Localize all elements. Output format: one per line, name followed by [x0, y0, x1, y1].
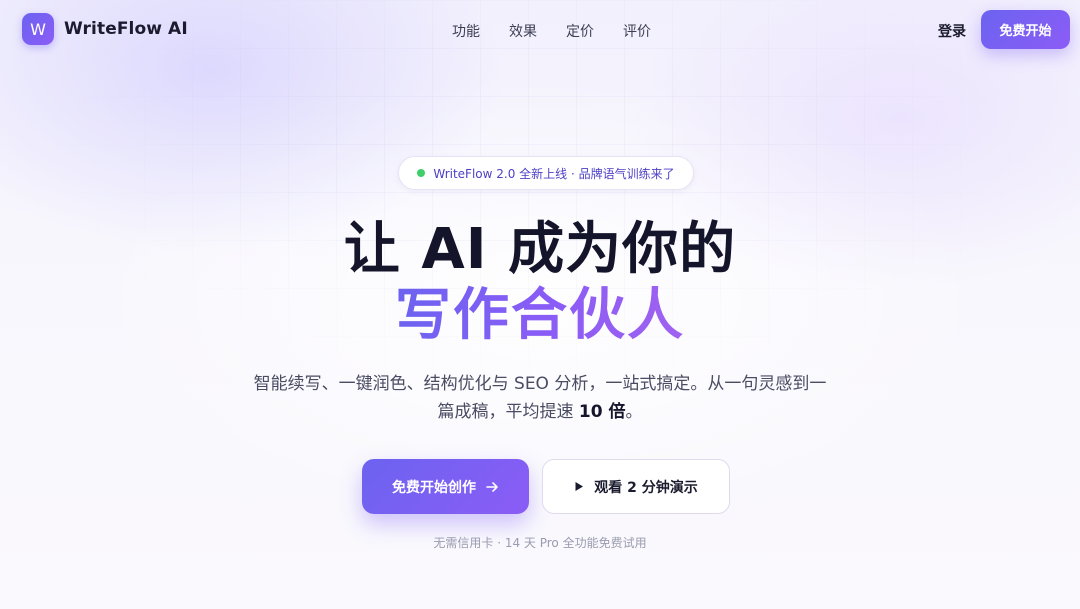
brand[interactable]: W WriteFlow AI — [22, 13, 188, 45]
play-icon — [574, 481, 584, 492]
nav-link-results[interactable]: 效果 — [509, 21, 537, 41]
start-creating-button[interactable]: 免费开始创作 — [362, 459, 529, 514]
nav-link-pricing[interactable]: 定价 — [566, 21, 594, 41]
subtitle-highlight: 10 倍 — [578, 402, 626, 422]
hero-title-highlight: 写作合伙人 — [395, 283, 685, 348]
trial-note: 无需信用卡 · 14 天 Pro 全功能免费试用 — [433, 536, 647, 550]
nav-link-features[interactable]: 功能 — [452, 21, 480, 41]
arrow-right-icon — [486, 481, 499, 493]
watch-demo-button[interactable]: 观看 2 分钟演示 — [542, 459, 730, 514]
start-creating-label: 免费开始创作 — [392, 479, 476, 496]
hero-title-line2: 写作合伙人 — [0, 282, 1080, 350]
watch-demo-label: 观看 2 分钟演示 — [594, 479, 698, 496]
brand-name: WriteFlow AI — [64, 19, 188, 39]
login-link[interactable]: 登录 — [938, 21, 966, 41]
subtitle-text: 智能续写、一键润色、结构优化与 SEO 分析，一站式搞定。从一句灵感到一篇成稿，… — [253, 374, 827, 422]
subtitle-end: 。 — [625, 402, 643, 422]
nav-link-reviews[interactable]: 评价 — [623, 21, 651, 41]
brand-logo: W — [22, 13, 54, 45]
hero-title-line1: 让 AI 成为你的 — [343, 217, 737, 282]
badge-text: WriteFlow 2.0 全新上线 · 品牌语气训练来了 — [433, 166, 675, 181]
start-free-button[interactable]: 免费开始 — [981, 10, 1070, 49]
hero-subtitle: 智能续写、一键润色、结构优化与 SEO 分析，一站式搞定。从一句灵感到一篇成稿，… — [250, 370, 830, 426]
nav-links: 功能 效果 定价 评价 — [452, 21, 651, 41]
status-dot-icon — [417, 169, 426, 177]
top-nav: W WriteFlow AI 功能 效果 定价 评价 登录 免费开始 — [0, 0, 1080, 60]
announcement-badge[interactable]: WriteFlow 2.0 全新上线 · 品牌语气训练来了 — [398, 156, 694, 190]
